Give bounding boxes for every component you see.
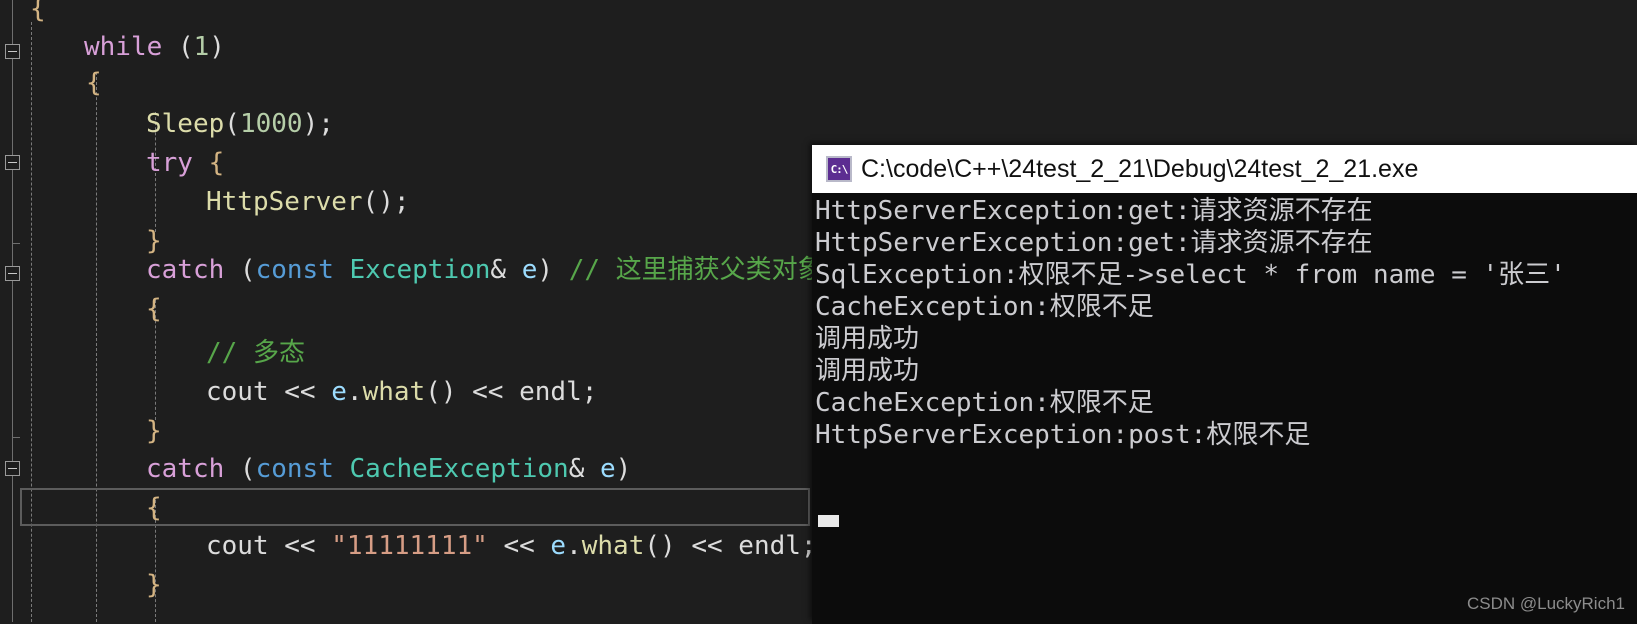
console-titlebar[interactable]: C:\ C:\code\C++\24test_2_21\Debug\24test… <box>812 145 1637 193</box>
code-token: { <box>86 68 102 98</box>
code-token: << <box>284 377 332 407</box>
code-token: endl; <box>519 377 598 407</box>
console-cursor <box>818 515 839 527</box>
console-output-line: SqlException:权限不足->select * from name = … <box>815 260 1566 290</box>
code-token: CacheException <box>349 454 569 484</box>
code-token: } <box>146 570 162 600</box>
code-token: what <box>581 531 645 561</box>
code-token: ) <box>615 454 632 484</box>
code-token: endl; <box>738 531 817 561</box>
code-token: & <box>490 255 522 285</box>
console-title: C:\code\C++\24test_2_21\Debug\24test_2_2… <box>861 154 1419 183</box>
code-token: { <box>146 493 162 523</box>
code-token: () <box>425 377 473 407</box>
code-token: while <box>84 32 163 62</box>
code-token: const <box>255 255 334 285</box>
code-token: << <box>284 531 332 561</box>
code-token: e <box>331 377 347 407</box>
code-token: . <box>566 531 582 561</box>
csdn-watermark: CSDN @LuckyRich1 <box>1466 594 1625 613</box>
code-token: e <box>550 531 567 561</box>
console-window[interactable]: C:\ C:\code\C++\24test_2_21\Debug\24test… <box>812 145 1637 624</box>
code-token: ( <box>224 255 256 285</box>
code-token: << <box>472 377 520 407</box>
code-token: try <box>146 148 193 178</box>
code-line[interactable]: { <box>0 0 1637 29</box>
code-token: e <box>521 255 538 285</box>
code-token: ( <box>224 109 240 139</box>
code-token: ) <box>537 255 569 285</box>
code-line[interactable]: while (1) <box>0 28 1637 67</box>
code-token: & <box>568 454 600 484</box>
code-token: () <box>644 531 692 561</box>
console-output-line: HttpServerException:get:请求资源不存在 <box>815 196 1373 226</box>
code-token: 1000 <box>239 109 303 139</box>
code-token: cout <box>206 377 285 407</box>
code-token: ) <box>209 32 225 62</box>
console-output-line: CacheException:权限不足 <box>815 388 1154 418</box>
code-token: Sleep <box>146 109 225 139</box>
code-token: } <box>146 416 162 446</box>
code-token: // 这里捕获父类对象 <box>568 255 824 285</box>
code-token: ( <box>177 32 194 62</box>
code-token: { <box>208 148 225 178</box>
code-token: (); <box>362 187 410 217</box>
code-token: << <box>487 531 551 561</box>
code-token: { <box>30 0 46 24</box>
code-token: catch <box>146 454 225 484</box>
console-output-line: 调用成功 <box>815 356 920 386</box>
code-token: const <box>255 454 334 484</box>
console-output-area[interactable]: HttpServerException:get:请求资源不存在 HttpServe… <box>812 193 1637 624</box>
code-line[interactable]: { <box>0 64 1637 103</box>
code-token: what <box>362 377 426 407</box>
code-token: Exception <box>349 255 491 285</box>
code-token: . <box>346 377 363 407</box>
code-line[interactable]: Sleep(1000); <box>0 105 1637 144</box>
code-token: ); <box>302 109 334 139</box>
code-token: catch <box>146 255 225 285</box>
console-exe-icon: C:\ <box>826 156 852 182</box>
console-output-line: HttpServerException:get:请求资源不存在 <box>815 228 1373 258</box>
console-output-line: 调用成功 <box>815 324 920 354</box>
code-token: cout <box>206 531 285 561</box>
code-token: { <box>146 294 162 324</box>
code-token: << <box>691 531 739 561</box>
console-output-line: HttpServerException:post:权限不足 <box>815 420 1311 450</box>
code-token: // 多态 <box>206 338 305 368</box>
code-token: ( <box>224 454 256 484</box>
code-token: "11111111" <box>331 531 488 561</box>
code-token: HttpServer <box>206 187 363 217</box>
code-token: 1 <box>193 32 210 62</box>
console-output-line: CacheException:权限不足 <box>815 292 1154 322</box>
code-token: e <box>600 454 616 484</box>
